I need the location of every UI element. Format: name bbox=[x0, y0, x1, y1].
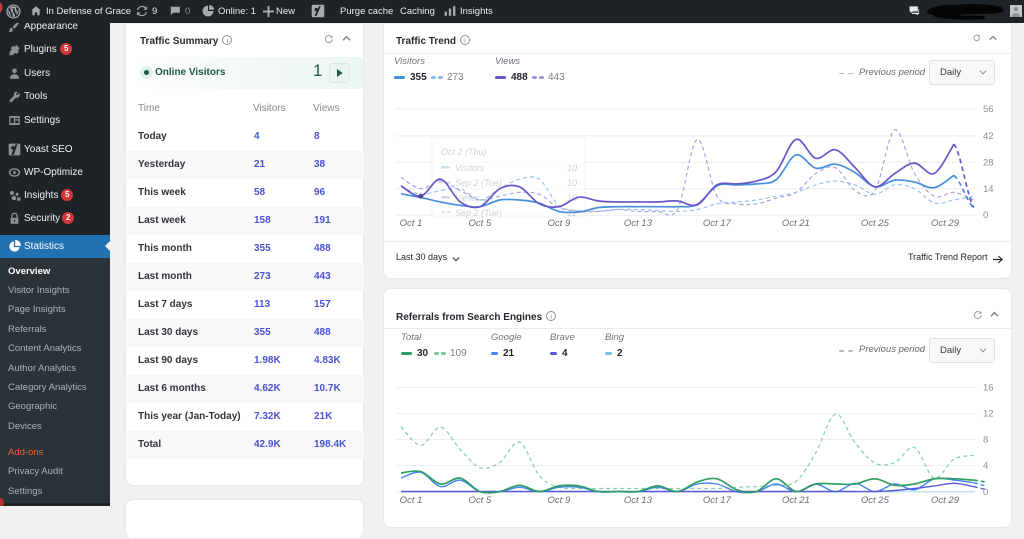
svg-text:10: 10 bbox=[567, 178, 577, 188]
svg-text:Oct 5: Oct 5 bbox=[469, 218, 492, 229]
svg-text:Oct 2 (Thu): Oct 2 (Thu) bbox=[441, 147, 487, 157]
svg-text:Oct 17: Oct 17 bbox=[703, 495, 732, 506]
svg-text:12: 12 bbox=[983, 409, 994, 420]
svg-text:0: 0 bbox=[983, 210, 988, 221]
svg-text:Visitors: Visitors bbox=[455, 163, 485, 173]
svg-text:8: 8 bbox=[983, 435, 988, 446]
svg-text:14: 14 bbox=[983, 184, 994, 195]
svg-text:Oct 1: Oct 1 bbox=[400, 495, 423, 506]
svg-text:Oct 25: Oct 25 bbox=[861, 495, 890, 506]
svg-text:Oct 9: Oct 9 bbox=[548, 495, 571, 506]
svg-text:42: 42 bbox=[983, 131, 994, 142]
svg-text:Oct 29: Oct 29 bbox=[931, 218, 960, 229]
svg-text:Oct 9: Oct 9 bbox=[548, 218, 571, 229]
svg-text:Oct 25: Oct 25 bbox=[861, 218, 890, 229]
svg-text:16: 16 bbox=[983, 382, 994, 393]
svg-text:56: 56 bbox=[983, 104, 994, 115]
svg-text:10: 10 bbox=[567, 163, 577, 173]
svg-text:Oct 5: Oct 5 bbox=[469, 495, 492, 506]
svg-text:Oct 29: Oct 29 bbox=[931, 495, 960, 506]
svg-text:4: 4 bbox=[983, 461, 988, 472]
svg-text:Oct 21: Oct 21 bbox=[782, 495, 810, 506]
svg-text:Oct 13: Oct 13 bbox=[624, 495, 653, 506]
svg-text:Sep 2 (Tue): Sep 2 (Tue) bbox=[455, 178, 502, 188]
svg-text:Oct 1: Oct 1 bbox=[400, 218, 423, 229]
svg-text:28: 28 bbox=[983, 157, 994, 168]
svg-text:Oct 13: Oct 13 bbox=[624, 218, 653, 229]
svg-text:Oct 21: Oct 21 bbox=[782, 218, 810, 229]
svg-text:Sep 2 (Tue): Sep 2 (Tue) bbox=[455, 208, 502, 218]
svg-text:Oct 17: Oct 17 bbox=[703, 218, 732, 229]
